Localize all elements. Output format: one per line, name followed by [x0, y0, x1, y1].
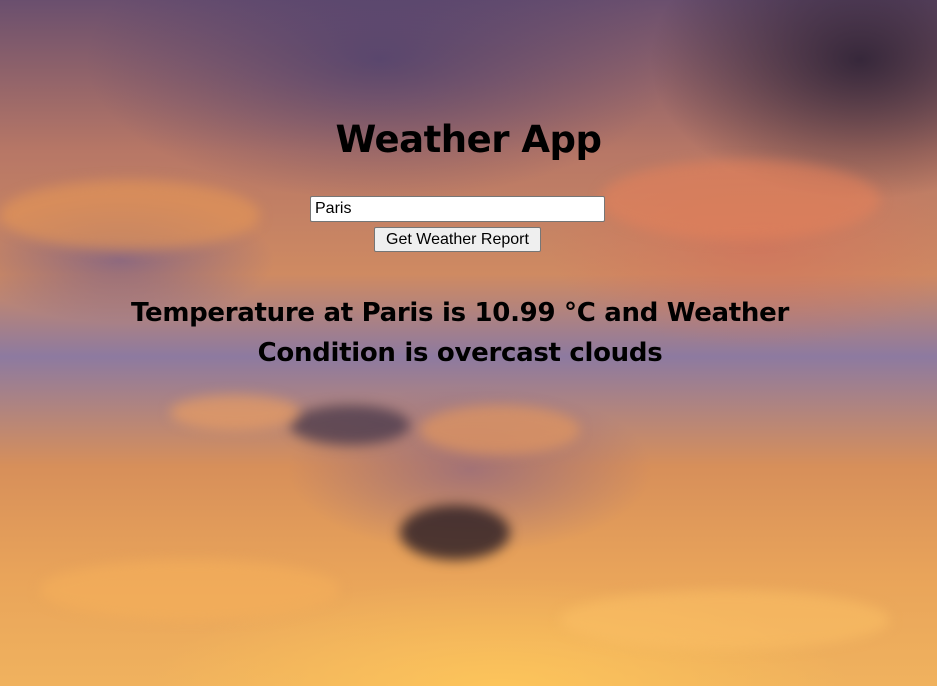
weather-report-line-1: Temperature at Paris is 10.99 °C and Wea…	[131, 298, 789, 328]
city-input[interactable]	[310, 196, 605, 222]
app-title: Weather App	[335, 118, 602, 161]
weather-report: Temperature at Paris is 10.99 °C and Wea…	[130, 293, 790, 373]
get-weather-report-button[interactable]: Get Weather Report	[374, 227, 541, 252]
weather-app: Weather App Get Weather Report Temperatu…	[0, 0, 937, 686]
weather-report-line-2: Condition is overcast clouds	[257, 338, 663, 368]
